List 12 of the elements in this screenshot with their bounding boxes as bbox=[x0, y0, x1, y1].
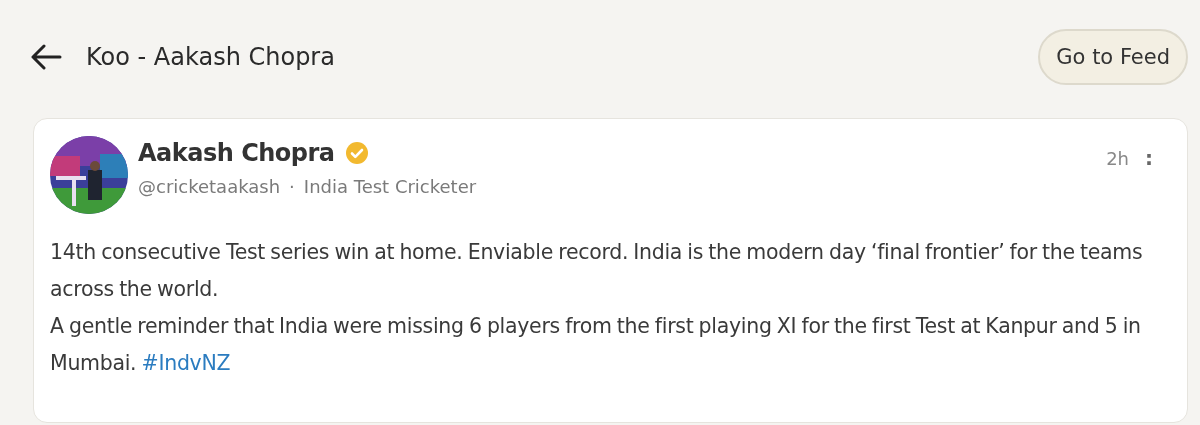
post-text: A gentle reminder that India were missing 6 players from the first playing XI for the first Test at Kanpur and 5 in Mumbai. #IndvNZ bbox=[50, 313, 1142, 377]
separator-dot: · bbox=[289, 176, 295, 197]
author-handle[interactable]: @cricketaakash bbox=[138, 176, 281, 197]
back-icon[interactable] bbox=[30, 44, 62, 70]
post-text: 14th consecutive Test series win at home. Enviable record. India is the modern day ‘final frontier’ for the teams across the world. bbox=[50, 239, 1144, 303]
author-name[interactable]: Aakash Chopra bbox=[138, 139, 335, 167]
post-time: 2h bbox=[1106, 147, 1129, 169]
author-bio: India Test Cricketer bbox=[303, 176, 477, 197]
go-to-feed-button[interactable]: Go to Feed bbox=[1038, 29, 1188, 85]
more-options-button[interactable]: : bbox=[1143, 146, 1155, 170]
hashtag-link[interactable]: #IndvNZ bbox=[141, 351, 231, 375]
page-title: Koo - Aakash Chopra bbox=[86, 43, 336, 71]
